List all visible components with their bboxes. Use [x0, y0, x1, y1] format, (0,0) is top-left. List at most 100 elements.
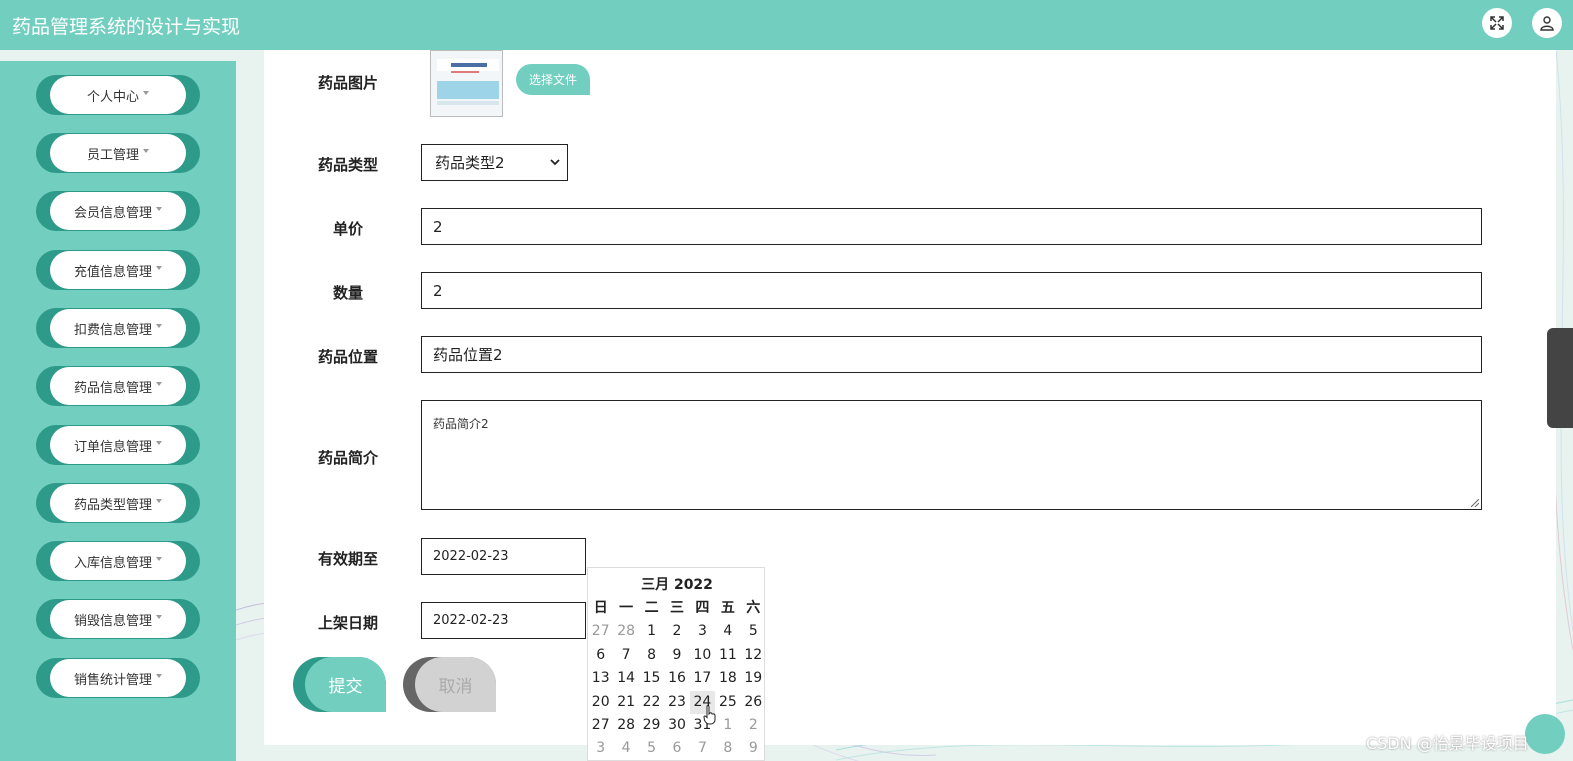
shelf-date-input[interactable]: 2022-02-23	[421, 602, 586, 639]
calendar-day[interactable]: 28	[613, 714, 638, 737]
calendar-day[interactable]: 28	[613, 620, 638, 643]
weekday-header: 六	[746, 600, 761, 616]
calendar-day[interactable]: 11	[715, 644, 740, 667]
intro-textarea[interactable]: 药品简介2	[421, 400, 1482, 510]
calendar-day[interactable]: 23	[664, 691, 689, 714]
sidebar-item-label: 入库信息管理	[73, 555, 152, 571]
calendar-day[interactable]: 17	[690, 667, 715, 690]
calendar-day[interactable]: 9	[664, 644, 689, 667]
location-input[interactable]: 药品位置2	[421, 336, 1482, 373]
caret-down-icon	[156, 674, 162, 678]
calendar-day[interactable]: 9	[741, 737, 766, 760]
caret-down-icon	[156, 615, 162, 619]
calendar-day[interactable]: 4	[715, 620, 740, 643]
weekday-header: 二	[644, 600, 659, 616]
drug-type-label: 药品类型	[318, 156, 379, 174]
floating-action-button[interactable]	[1525, 714, 1565, 754]
calendar-day[interactable]: 20	[588, 691, 613, 714]
weekday-header: 日	[593, 600, 608, 616]
choose-file-button[interactable]: 选择文件	[516, 64, 590, 95]
user-icon[interactable]	[1532, 8, 1562, 38]
sidebar-item-label: 药品信息管理	[73, 380, 152, 396]
sidebar-item-drug-info[interactable]: 药品信息管理	[36, 366, 200, 406]
calendar-day[interactable]: 1	[715, 714, 740, 737]
expiry-label: 有效期至	[318, 550, 379, 568]
sidebar-item-personal-center[interactable]: 个人中心	[36, 75, 200, 115]
sidebar-item-orders[interactable]: 订单信息管理	[36, 425, 200, 465]
calendar-day[interactable]: 13	[588, 667, 613, 690]
sidebar-item-label: 订单信息管理	[73, 439, 152, 455]
sidebar-item-staff[interactable]: 员工管理	[36, 133, 200, 173]
calendar-day[interactable]: 2	[664, 620, 689, 643]
calendar-day[interactable]: 26	[741, 691, 766, 714]
sidebar-item-deduction[interactable]: 扣费信息管理	[36, 308, 200, 348]
caret-down-icon	[143, 91, 149, 95]
cancel-button-label: 取消	[415, 657, 496, 712]
expiry-date-input[interactable]: 2022-02-23	[421, 538, 586, 575]
caret-down-icon	[143, 149, 149, 153]
price-input[interactable]: 2	[421, 208, 1482, 245]
calendar-day[interactable]: 7	[690, 737, 715, 760]
sidebar-item-recharge[interactable]: 充值信息管理	[36, 250, 200, 290]
calendar-day[interactable]: 5	[741, 620, 766, 643]
intro-label: 药品简介	[318, 449, 379, 467]
calendar-day[interactable]: 10	[690, 644, 715, 667]
price-label: 单价	[333, 220, 364, 238]
caret-down-icon	[156, 382, 162, 386]
caret-down-icon	[156, 207, 162, 211]
resize-grip-icon[interactable]	[1471, 499, 1479, 507]
watermark-text: CSDN @怡景毕设项目	[1366, 734, 1529, 753]
sidebar-item-members[interactable]: 会员信息管理	[36, 191, 200, 231]
date-picker-popup: 三月 2022 日 一 二 三 四 五 六 27 28 1 2 3 4 5 6 …	[587, 567, 765, 761]
sidebar-item-label: 销售统计管理	[73, 672, 152, 688]
calendar-day[interactable]: 19	[741, 667, 766, 690]
calendar-day[interactable]: 6	[664, 737, 689, 760]
calendar-day[interactable]: 21	[613, 691, 638, 714]
calendar-day[interactable]: 3	[690, 620, 715, 643]
calendar-day[interactable]: 7	[613, 644, 638, 667]
caret-down-icon	[156, 324, 162, 328]
drug-image-thumbnail	[430, 50, 503, 117]
calendar-day[interactable]: 27	[588, 620, 613, 643]
calendar-day[interactable]: 30	[664, 714, 689, 737]
calendar-day[interactable]: 4	[613, 737, 638, 760]
weekday-header: 五	[720, 600, 735, 616]
caret-down-icon	[156, 499, 162, 503]
calendar-day[interactable]: 27	[588, 714, 613, 737]
sidebar-item-stock-in[interactable]: 入库信息管理	[36, 541, 200, 581]
calendar-day[interactable]: 22	[639, 691, 664, 714]
calendar-day[interactable]: 25	[715, 691, 740, 714]
calendar-day[interactable]: 5	[639, 737, 664, 760]
sidebar-item-label: 会员信息管理	[73, 205, 152, 221]
fullscreen-icon[interactable]	[1482, 8, 1512, 38]
calendar-day[interactable]: 12	[741, 644, 766, 667]
sidebar-item-drug-types[interactable]: 药品类型管理	[36, 483, 200, 523]
calendar-day[interactable]: 18	[715, 667, 740, 690]
location-label: 药品位置	[318, 348, 379, 366]
hand-cursor-icon	[703, 705, 716, 725]
calendar-day[interactable]: 15	[639, 667, 664, 690]
calendar-day[interactable]: 29	[639, 714, 664, 737]
shelf-date-label: 上架日期	[318, 614, 379, 632]
side-panel-toggle[interactable]	[1547, 328, 1573, 428]
calendar-day[interactable]: 14	[613, 667, 638, 690]
sidebar-item-destruction[interactable]: 销毁信息管理	[36, 599, 200, 639]
caret-down-icon	[156, 557, 162, 561]
calendar-grid: 日 一 二 三 四 五 六 27 28 1 2 3 4 5 6 7 8 9 10…	[588, 597, 766, 761]
calendar-day[interactable]: 2	[741, 714, 766, 737]
calendar-day[interactable]: 8	[715, 737, 740, 760]
sidebar-item-sales-stats[interactable]: 销售统计管理	[36, 658, 200, 698]
calendar-day[interactable]: 6	[588, 644, 613, 667]
calendar-day[interactable]: 1	[639, 620, 664, 643]
caret-down-icon	[156, 266, 162, 270]
caret-down-icon	[156, 441, 162, 445]
drug-type-select[interactable]: 药品类型2	[421, 144, 568, 181]
drug-type-value: 药品类型2	[435, 154, 505, 172]
cancel-button[interactable]: 取消	[403, 657, 496, 712]
submit-button[interactable]: 提交	[293, 657, 386, 712]
sidebar-item-label: 扣费信息管理	[73, 322, 152, 338]
calendar-day[interactable]: 16	[664, 667, 689, 690]
quantity-input[interactable]: 2	[421, 272, 1482, 309]
calendar-day[interactable]: 3	[588, 737, 613, 760]
calendar-day[interactable]: 8	[639, 644, 664, 667]
